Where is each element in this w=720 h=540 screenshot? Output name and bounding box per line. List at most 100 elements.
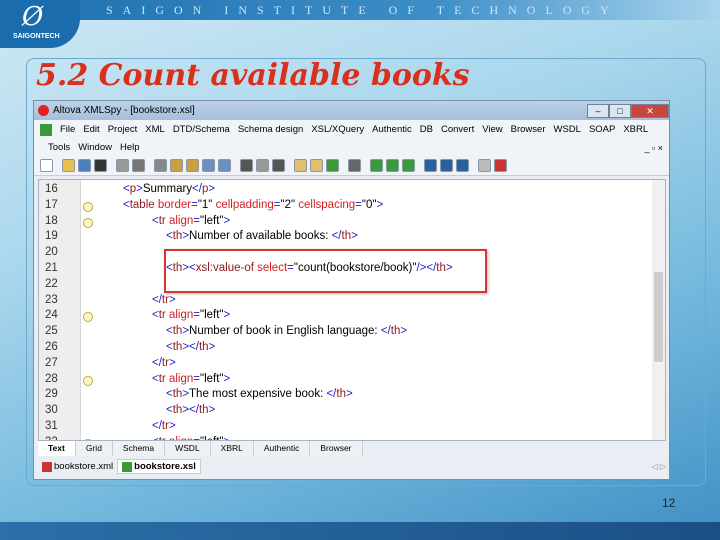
code-token: > <box>223 372 231 385</box>
code-token: cellpadding <box>215 198 274 211</box>
fold-toggle-icon[interactable] <box>83 201 93 212</box>
minimize-button[interactable]: – <box>587 103 609 118</box>
code-token: align <box>168 214 194 227</box>
code-line: <table border="1" cellpadding="2" cellsp… <box>123 199 383 211</box>
fold-toggle-icon[interactable] <box>83 375 93 386</box>
code-token: = <box>191 198 198 211</box>
toolbar-button-icon[interactable] <box>272 159 285 172</box>
tab-grid[interactable]: Grid <box>76 441 113 456</box>
menu-item-project[interactable]: Project <box>108 124 138 135</box>
menu-item-wsdl[interactable]: WSDL <box>553 124 580 135</box>
menu-item-file[interactable]: File <box>60 124 75 135</box>
toolbar-button-icon[interactable] <box>170 159 183 172</box>
menu-item-browser[interactable]: Browser <box>511 124 546 135</box>
menu-item-dtdschema[interactable]: DTD/Schema <box>173 124 230 135</box>
toolbar-button-icon[interactable] <box>218 159 231 172</box>
toolbar-button-icon[interactable] <box>202 159 215 172</box>
file-tab-bookstore-xml[interactable]: bookstore.xml <box>38 460 117 473</box>
code-line: <tr align="left"> <box>152 309 230 321</box>
toolbar-button-icon[interactable] <box>78 159 91 172</box>
menu-item-edit[interactable]: Edit <box>83 124 99 135</box>
menu-item-schemadesign[interactable]: Schema design <box>238 124 303 135</box>
code-token: "left" <box>199 372 224 385</box>
menu-item-xml[interactable]: XML <box>145 124 165 135</box>
toolbar-button-icon[interactable] <box>370 159 383 172</box>
logo-text: SAIGONTECH <box>13 33 60 40</box>
toolbar-button-icon[interactable] <box>478 159 491 172</box>
close-button[interactable]: ✕ <box>631 103 669 118</box>
code-token: "left" <box>199 214 224 227</box>
tab-schema[interactable]: Schema <box>113 441 166 456</box>
menu-item-authentic[interactable]: Authentic <box>372 124 412 135</box>
menu-item-help[interactable]: Help <box>120 142 140 153</box>
fold-toggle-icon[interactable] <box>83 312 93 323</box>
menu-item-convert[interactable]: Convert <box>441 124 474 135</box>
code-line: </tr> <box>152 420 176 432</box>
toolbar-button-icon[interactable] <box>154 159 167 172</box>
scroll-thumb[interactable] <box>654 272 663 362</box>
xmlspy-window: Altova XMLSpy - [bookstore.xsl] – □ ✕ Fi… <box>33 100 670 480</box>
code-line: </tr> <box>152 294 176 306</box>
tab-xbrl[interactable]: XBRL <box>211 441 254 456</box>
code-token: Number of book in English language: <box>189 325 381 338</box>
menu-item-db[interactable]: DB <box>420 124 433 135</box>
code-token: "2" <box>280 198 299 211</box>
xml-file-icon <box>42 461 52 472</box>
toolbar-button-icon[interactable] <box>132 159 145 172</box>
toolbar-button-icon[interactable] <box>240 159 253 172</box>
code-line: <p>Summary</p> <box>123 183 215 195</box>
line-number: 21 <box>45 262 58 274</box>
tab-scroll-arrows-icon[interactable]: ◁ ▷ <box>651 462 666 471</box>
code-line: </tr> <box>152 357 176 369</box>
menu-item-xbrl[interactable]: XBRL <box>623 124 648 135</box>
toolbar-button-icon[interactable] <box>402 159 415 172</box>
slide-title: 5.2 Count available books <box>36 58 470 93</box>
code-token: < <box>123 183 130 195</box>
menu-item-window[interactable]: Window <box>78 142 112 153</box>
menu-bar: File Edit Project XML DTD/Schema Schema desig… <box>34 120 669 139</box>
page-number: 12 <box>662 496 676 510</box>
line-number: 24 <box>45 309 58 322</box>
menu-item-xslxquery[interactable]: XSL/XQuery <box>311 124 364 135</box>
maximize-button[interactable]: □ <box>609 103 631 118</box>
toolbar-button-icon[interactable] <box>40 159 53 172</box>
file-tab-bookstore-xsl[interactable]: bookstore.xsl <box>117 459 201 474</box>
toolbar-button-icon[interactable] <box>456 159 469 172</box>
menu-item-soap[interactable]: SOAP <box>589 124 615 135</box>
toolbar-button-icon[interactable] <box>256 159 269 172</box>
toolbar-button-icon[interactable] <box>310 159 323 172</box>
toolbar-button-icon[interactable] <box>386 159 399 172</box>
code-token: </ <box>380 325 391 338</box>
menu-item-view[interactable]: View <box>482 124 502 135</box>
tab-text[interactable]: Text <box>38 441 76 456</box>
toolbar-button-icon[interactable] <box>348 159 361 172</box>
mdi-controls[interactable]: _ ▫ × <box>645 143 663 153</box>
toolbar <box>34 156 669 176</box>
code-token: "left" <box>199 309 224 322</box>
code-token: th <box>198 341 209 353</box>
code-token: tr <box>161 293 169 306</box>
code-token: > <box>351 230 358 243</box>
tab-wsdl[interactable]: WSDL <box>165 441 211 456</box>
toolbar-button-icon[interactable] <box>294 159 307 172</box>
vertical-scrollbar[interactable] <box>652 180 665 440</box>
fold-toggle-icon[interactable] <box>83 217 93 228</box>
tab-authentic[interactable]: Authentic <box>254 441 311 456</box>
toolbar-button-icon[interactable] <box>186 159 199 172</box>
code-token: th <box>172 388 183 401</box>
toolbar-button-icon[interactable] <box>440 159 453 172</box>
menu-item-tools[interactable]: Tools <box>48 142 70 153</box>
code-token: < <box>123 198 130 211</box>
code-token: > <box>168 293 176 306</box>
tab-browser[interactable]: Browser <box>310 441 363 456</box>
toolbar-button-icon[interactable] <box>116 159 129 172</box>
toolbar-button-icon[interactable] <box>94 159 107 172</box>
code-editor[interactable]: 16 <p>Summary</p> 17 <table border="1" cell… <box>38 179 666 441</box>
toolbar-button-icon[interactable] <box>494 159 507 172</box>
toolbar-button-icon[interactable] <box>424 159 437 172</box>
app-icon <box>38 105 49 116</box>
window-title: Altova XMLSpy - [bookstore.xsl] <box>53 105 195 116</box>
toolbar-button-icon[interactable] <box>62 159 75 172</box>
toolbar-button-icon[interactable] <box>326 159 339 172</box>
code-token: Number of available books: <box>189 230 332 243</box>
